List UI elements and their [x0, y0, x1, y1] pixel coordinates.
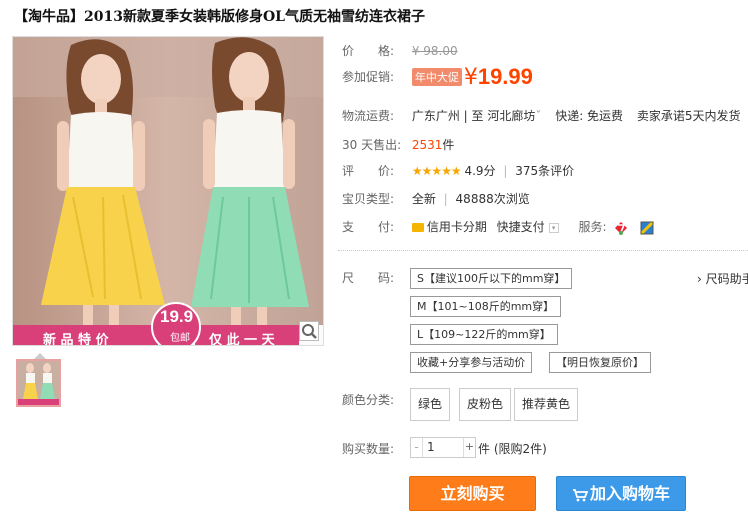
size-option-restore[interactable]: 【明日恢复原价】: [549, 352, 651, 373]
banner-left-text: 新 品 特 价: [43, 333, 109, 346]
guarantee-icon[interactable]: [640, 220, 655, 235]
color-label: 颜色分类:: [342, 393, 395, 407]
sales-row: 30 天售出: 2531件: [342, 136, 454, 153]
view-count: 48888次浏览: [455, 192, 530, 206]
badge-sub: 包邮: [170, 333, 190, 344]
promo-row: 参加促销: 年中大促 ¥19.99: [342, 64, 533, 90]
seven-day-return-icon[interactable]: [614, 221, 628, 235]
shipping-promise: 卖家承诺5天内发货: [636, 109, 741, 123]
rating-sep: |: [503, 164, 508, 178]
shipping-destination[interactable]: 河北廊坊: [487, 109, 535, 123]
shipping-express: 快递: 免运费: [555, 109, 624, 123]
payment-dropdown-icon[interactable]: ▾: [548, 222, 559, 233]
section-divider: [338, 250, 748, 251]
rating-score: 4.9分: [464, 164, 496, 178]
type-value: 全新: [411, 192, 436, 206]
promo-price: 19.99: [477, 64, 533, 89]
rating-row: 评 价: ★★★★★ 4.9分 | 375条评价: [342, 162, 574, 179]
shipping-label: 物流运费:: [342, 109, 395, 123]
sales-count: 2531: [411, 138, 443, 152]
add-to-cart-button[interactable]: 加入购物车: [556, 476, 686, 511]
size-option-l[interactable]: L【109~122斤的mm穿】: [410, 324, 558, 345]
quantity-label-row: 购买数量:: [342, 440, 408, 457]
quantity-minus-button[interactable]: -: [411, 438, 423, 457]
credit-installment[interactable]: 信用卡分期: [427, 220, 487, 234]
shipping-from: 广东广州: [411, 109, 460, 123]
quantity-limit: (限购2件): [493, 442, 547, 456]
payment-row: 支 付: 信用卡分期 快捷支付 ▾ 服务:: [342, 218, 655, 235]
product-title: 【淘牛品】2013新款夏季女装韩版修身OL气质无袖雪纺连衣裙子: [14, 9, 426, 25]
shipping-sep: | 至: [463, 109, 484, 123]
price-row: 价 格: ¥ 98.00: [342, 42, 458, 59]
quantity-stepper[interactable]: - 1 +: [410, 437, 476, 458]
rating-label: 评 价:: [342, 164, 395, 178]
quantity-label: 购买数量:: [342, 442, 395, 456]
color-label-row: 颜色分类:: [342, 391, 408, 408]
quantity-unit: 件: [478, 442, 491, 456]
service-label: 服务:: [578, 220, 607, 234]
size-option-m[interactable]: M【101~108斤的mm穿】: [410, 296, 562, 317]
add-to-cart-label: 加入购物车: [589, 484, 670, 503]
price-label: 价 格:: [342, 44, 395, 58]
original-price: ¥ 98.00: [411, 44, 458, 58]
quantity-input[interactable]: 1: [427, 440, 435, 454]
promo-badge: 年中大促: [411, 68, 462, 86]
shipping-row: 物流运费: 广东广州 | 至 河北廊坊ˇ 快递: 免运费 卖家承诺5天内发货: [342, 107, 741, 124]
quick-pay[interactable]: 快捷支付: [497, 220, 545, 234]
size-label-row: 尺 码:: [342, 269, 408, 286]
color-option-pink[interactable]: 皮粉色: [459, 388, 512, 421]
thumbnail-illustration: [18, 361, 59, 405]
size-option-share[interactable]: 收藏+分享参与活动价: [410, 352, 533, 373]
promo-label: 参加促销:: [342, 69, 395, 84]
banner-right-text: 仅 此 一 天: [209, 333, 275, 346]
review-count-link[interactable]: 375条评价: [515, 164, 574, 178]
size-label: 尺 码:: [342, 271, 395, 285]
type-sep: |: [443, 192, 448, 206]
type-row: 宝贝类型: 全新 | 48888次浏览: [342, 190, 530, 207]
zoom-button[interactable]: [299, 321, 319, 341]
product-photo-illustration: [13, 37, 323, 345]
thumbnail-image[interactable]: [16, 359, 61, 407]
quantity-limit-row: 件 (限购2件): [478, 440, 547, 457]
destination-arrow[interactable]: ˇ: [535, 109, 541, 123]
buy-now-button[interactable]: 立刻购买: [409, 476, 536, 511]
color-option-green[interactable]: 绿色: [410, 388, 451, 421]
type-label: 宝贝类型:: [342, 192, 395, 206]
color-option-yellow[interactable]: 推荐黄色: [514, 388, 579, 421]
rating-stars: ★★★★★: [411, 164, 462, 178]
credit-card-icon: [411, 223, 424, 232]
cart-icon: [572, 477, 589, 510]
magnifier-icon: [302, 324, 317, 339]
badge-price: 19.9: [160, 307, 194, 326]
product-main-image[interactable]: 新 品 特 价 仅 此 一 天 19.9 包邮: [12, 36, 324, 346]
size-option-s[interactable]: S【建议100斤以下的mm穿】: [410, 268, 573, 289]
sales-unit: 件: [442, 138, 455, 152]
size-guide-link[interactable]: › 尺码助手: [697, 270, 748, 287]
sales-label: 30 天售出:: [342, 138, 402, 152]
payment-label: 支 付:: [342, 220, 395, 234]
quantity-plus-button[interactable]: +: [463, 438, 475, 457]
promo-currency: ¥: [463, 64, 478, 90]
